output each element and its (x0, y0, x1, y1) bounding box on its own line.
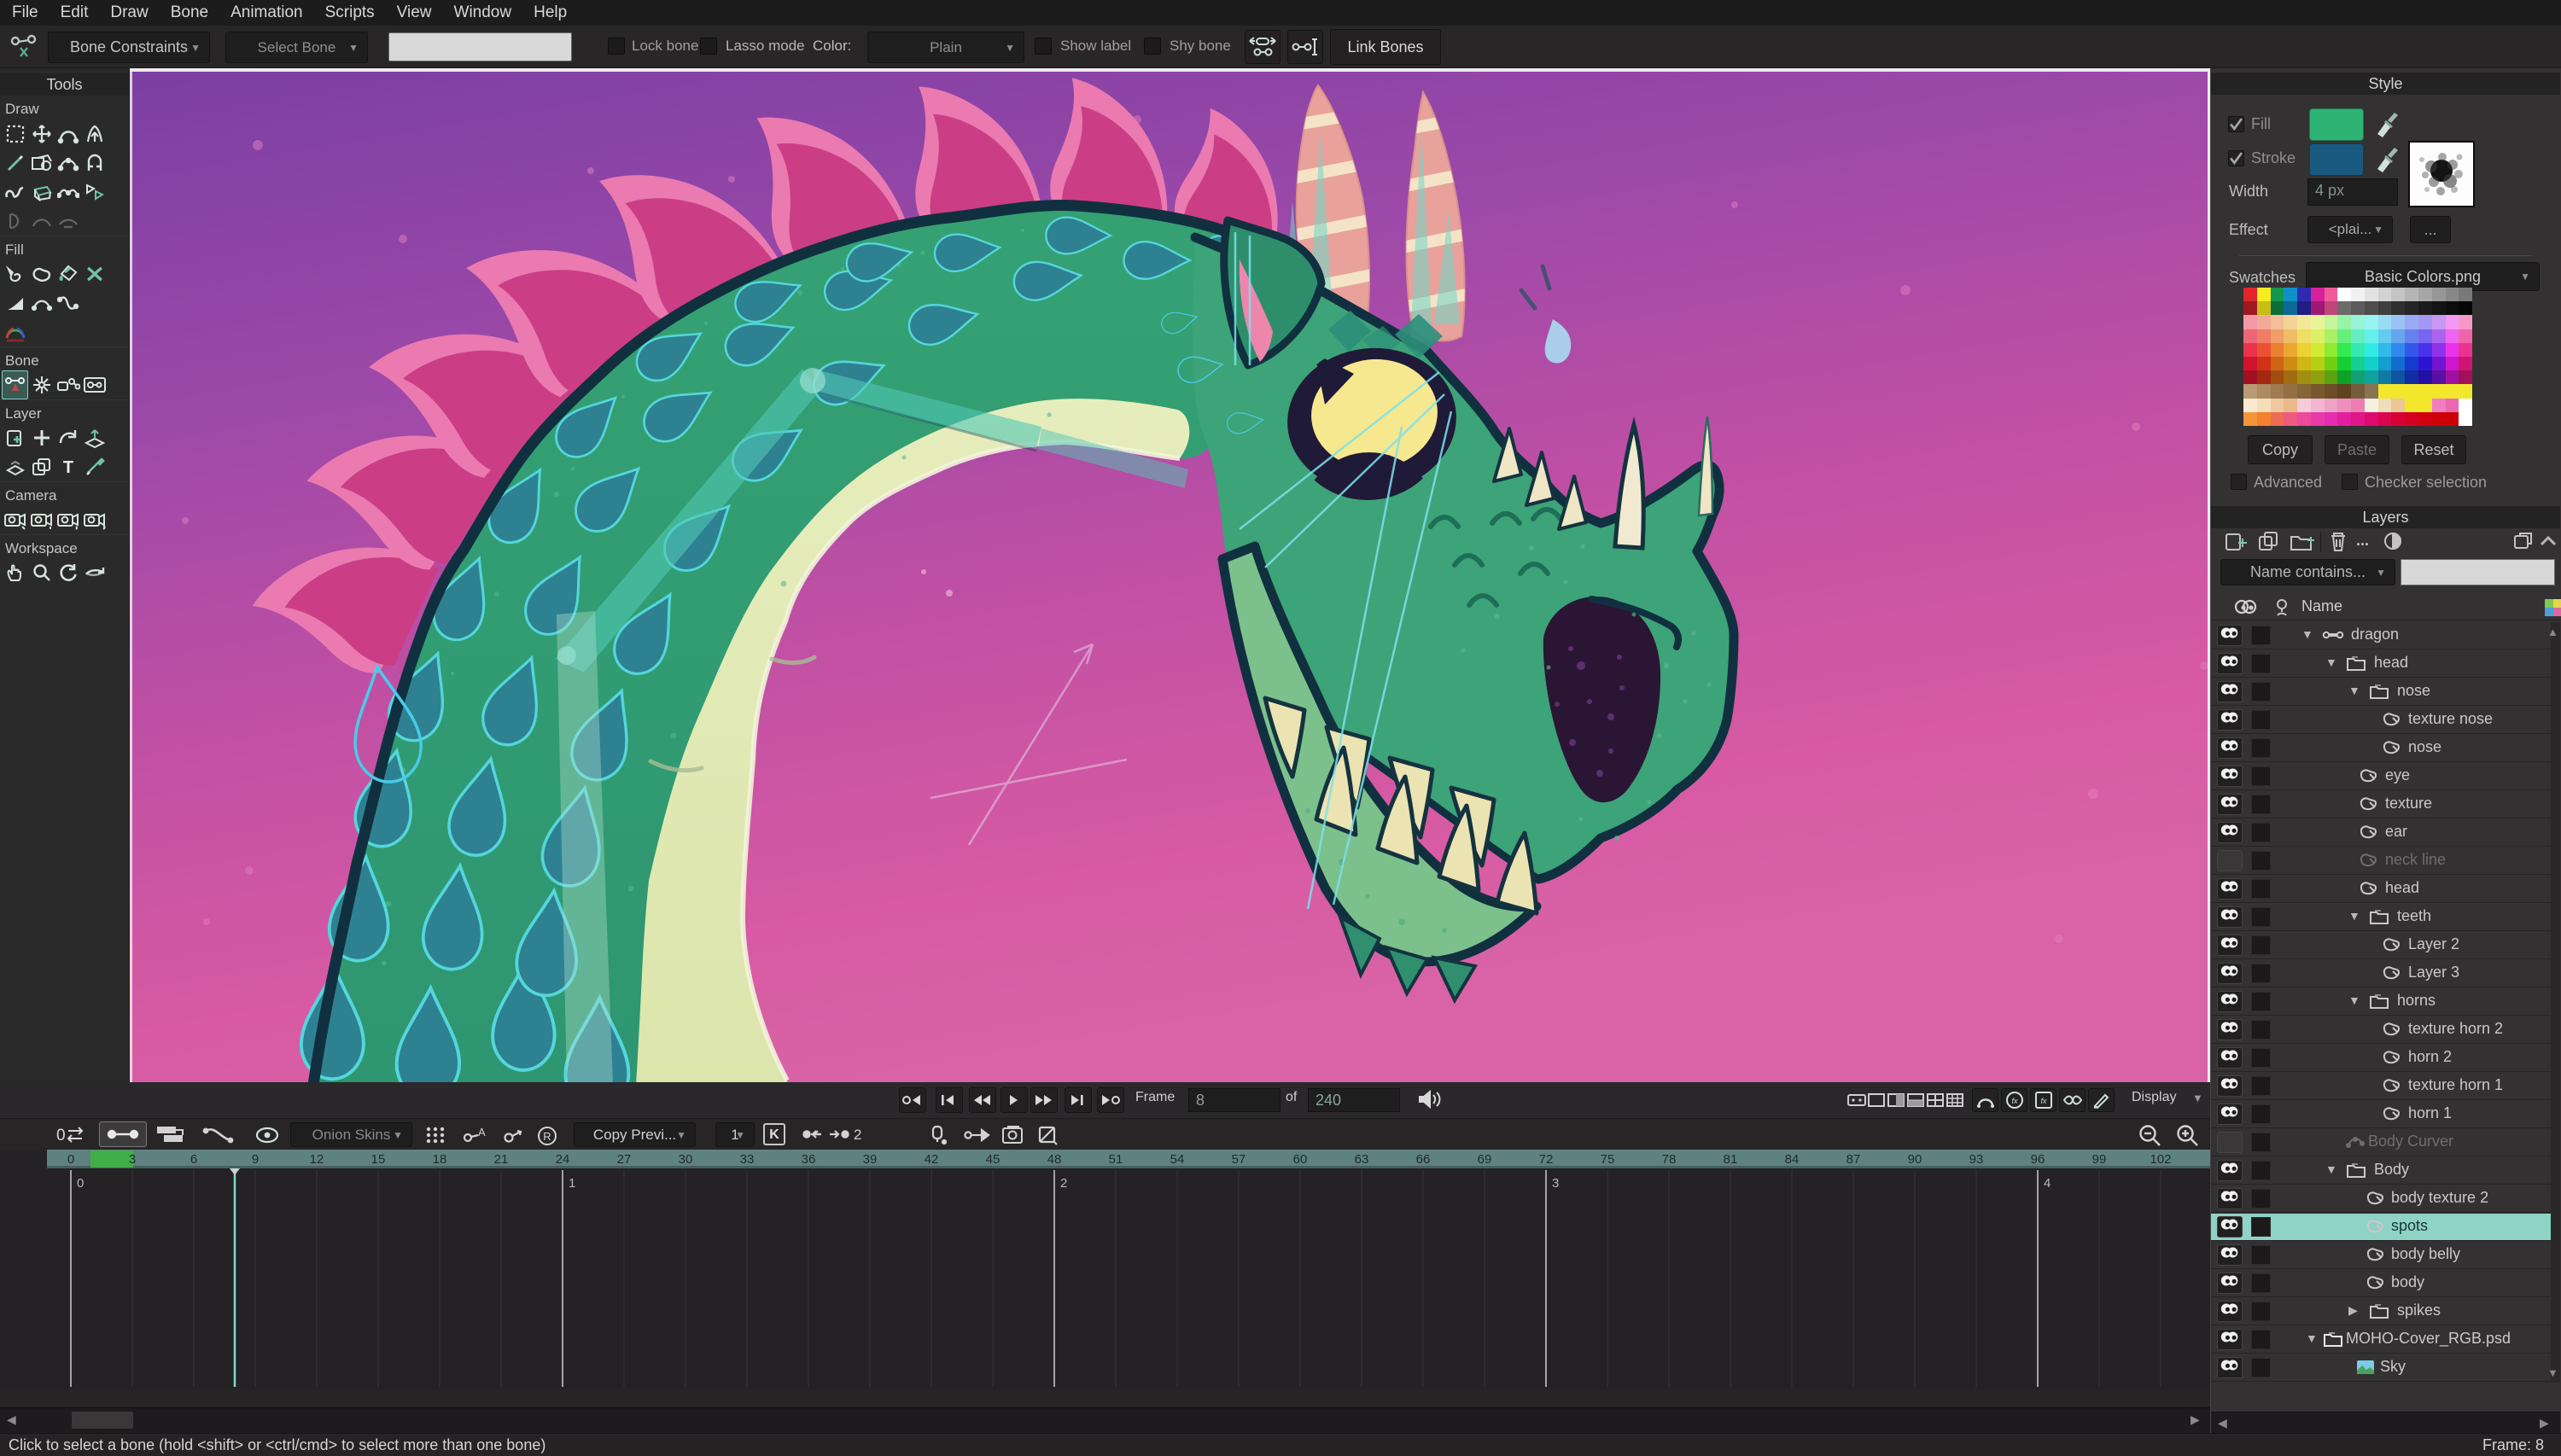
svg-text:66: 66 (1416, 1152, 1431, 1167)
svg-text:0: 0 (77, 1176, 84, 1191)
svg-text:87: 87 (1846, 1152, 1861, 1167)
svg-text:63: 63 (1355, 1152, 1369, 1167)
svg-text:45: 45 (986, 1152, 1000, 1167)
svg-text:102: 102 (2150, 1152, 2171, 1167)
svg-text:T: T (62, 458, 73, 477)
svg-text:54: 54 (1170, 1152, 1185, 1167)
svg-text:6: 6 (190, 1152, 197, 1167)
svg-text:15: 15 (371, 1152, 386, 1167)
svg-text:0: 0 (56, 1127, 66, 1144)
svg-text:75: 75 (1601, 1152, 1615, 1167)
svg-text:30: 30 (679, 1152, 693, 1167)
svg-text:42: 42 (925, 1152, 939, 1167)
svg-text:48: 48 (1047, 1152, 1062, 1167)
svg-text:57: 57 (1232, 1152, 1246, 1167)
svg-text:39: 39 (863, 1152, 878, 1167)
svg-text:96: 96 (2031, 1152, 2045, 1167)
svg-text:9: 9 (252, 1152, 259, 1167)
svg-text:4: 4 (2044, 1176, 2051, 1191)
svg-text:36: 36 (802, 1152, 816, 1167)
svg-text:3: 3 (129, 1152, 136, 1167)
svg-text:81: 81 (1724, 1152, 1738, 1167)
svg-text:33: 33 (740, 1152, 755, 1167)
svg-text:60: 60 (1293, 1152, 1308, 1167)
svg-text:27: 27 (617, 1152, 632, 1167)
svg-text:R: R (543, 1130, 551, 1143)
svg-text:2: 2 (1060, 1176, 1067, 1191)
svg-text:51: 51 (1109, 1152, 1123, 1167)
svg-text:fx: fx (2011, 1097, 2018, 1105)
svg-text:93: 93 (1969, 1152, 1984, 1167)
svg-text:3: 3 (1552, 1176, 1559, 1191)
svg-text:72: 72 (1539, 1152, 1554, 1167)
svg-text:fx: fx (2040, 1097, 2047, 1105)
svg-text:18: 18 (433, 1152, 447, 1167)
svg-text:84: 84 (1785, 1152, 1800, 1167)
svg-text:1: 1 (569, 1176, 575, 1191)
svg-text:2: 2 (854, 1127, 861, 1143)
svg-text:69: 69 (1478, 1152, 1492, 1167)
svg-text:24: 24 (556, 1152, 570, 1167)
svg-text:21: 21 (494, 1152, 509, 1167)
svg-text:90: 90 (1908, 1152, 1922, 1167)
svg-text:A: A (478, 1126, 486, 1139)
svg-text:99: 99 (2092, 1152, 2107, 1167)
svg-text:12: 12 (310, 1152, 324, 1167)
svg-text:78: 78 (1662, 1152, 1677, 1167)
svg-text:0: 0 (67, 1152, 74, 1167)
